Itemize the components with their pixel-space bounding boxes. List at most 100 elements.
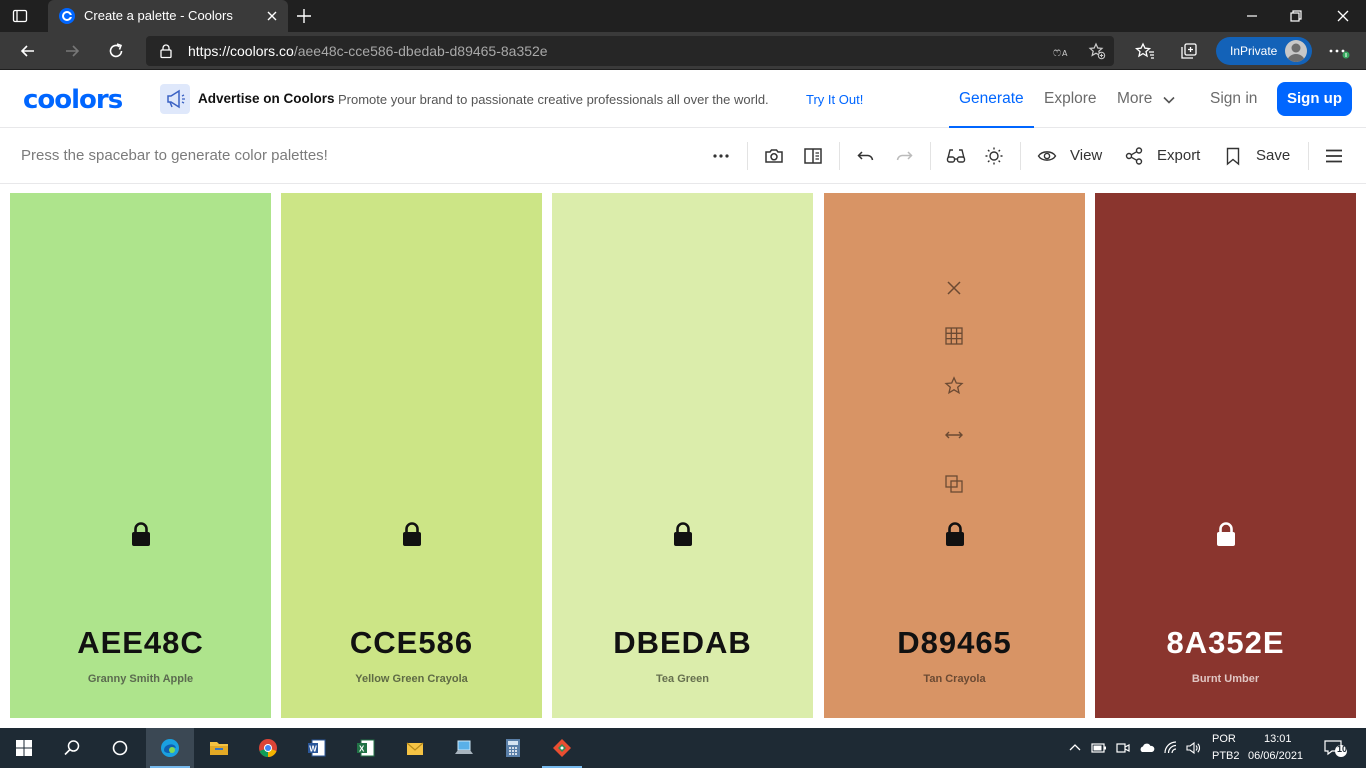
taskbar-chrome[interactable] [244,728,292,768]
lock-open-icon[interactable] [1214,521,1238,547]
chevron-down-icon[interactable] [1163,94,1175,106]
lock-icon[interactable] [158,43,174,59]
clock-time[interactable]: 13:01 [1264,733,1292,745]
address-bar[interactable]: https://coolors.co/aee48c-cce586-dbedab-… [146,36,1114,66]
glasses-icon[interactable] [946,146,966,166]
hamburger-menu-icon[interactable] [1324,146,1344,166]
excel-icon: X [357,739,375,757]
share-icon[interactable] [1124,146,1144,166]
eye-icon[interactable] [1037,146,1057,166]
swatch-hex-code[interactable]: 8A352E [1095,625,1356,661]
site-header: coolors Advertise on Coolors Promote you… [0,71,1366,128]
start-button[interactable] [0,728,48,768]
close-tab-icon[interactable] [264,8,280,24]
browser-tab-bar: Create a palette - Coolors [0,0,1366,32]
sign-up-button[interactable]: Sign up [1277,82,1352,116]
more-options-icon[interactable] [711,146,731,166]
drag-move-icon[interactable] [944,425,964,445]
nav-more[interactable]: More [1117,90,1152,108]
color-swatch[interactable]: 8A352E Burnt Umber [1095,193,1356,718]
taskbar-mail[interactable] [391,728,439,768]
inprivate-button[interactable]: InPrivate [1216,37,1312,65]
keyboard-layout[interactable]: PTB2 [1212,750,1240,762]
save-button[interactable]: Save [1256,147,1290,164]
favorites-icon[interactable] [1135,41,1155,61]
redo-icon[interactable] [894,146,914,166]
browser-tab[interactable]: Create a palette - Coolors [48,0,288,32]
nav-explore[interactable]: Explore [1044,90,1097,108]
clock-date[interactable]: 06/06/2021 [1248,750,1303,762]
color-swatch[interactable]: CCE586 Yellow Green Crayola [281,193,542,718]
input-language[interactable]: POR [1212,733,1236,745]
cortana-icon [112,740,128,756]
new-tab-icon[interactable] [296,8,312,24]
color-swatch[interactable]: AEE48C Granny Smith Apple [10,193,271,718]
swatch-hex-code[interactable]: DBEDAB [552,625,813,661]
shades-grid-icon[interactable] [944,326,964,346]
search-button[interactable] [48,728,96,768]
remove-color-icon[interactable] [944,278,964,298]
color-swatch[interactable]: D89465 Tan Crayola [824,193,1085,718]
notification-count: 10 [1337,744,1348,754]
tab-actions-icon[interactable] [12,8,28,24]
battery-icon[interactable] [1091,740,1107,756]
undo-icon[interactable] [856,146,876,166]
collections-icon[interactable] [1179,41,1199,61]
volume-icon[interactable] [1185,740,1201,756]
color-swatch[interactable]: DBEDAB Tea Green [552,193,813,718]
coolors-logo[interactable]: coolors [23,85,123,115]
favorite-star-icon[interactable] [944,376,964,396]
tab-title: Create a palette - Coolors [84,8,233,23]
onedrive-cloud-icon[interactable] [1139,740,1155,756]
lock-open-icon[interactable] [400,521,424,547]
show-hidden-icons-icon[interactable] [1067,740,1083,756]
view-button[interactable]: View [1070,147,1102,164]
swatch-color-name: Tan Crayola [923,673,986,685]
inprivate-label: InPrivate [1230,44,1278,58]
edge-browser-icon [161,739,179,757]
refresh-icon[interactable] [106,41,126,61]
copy-hex-icon[interactable] [944,474,964,494]
lock-open-icon[interactable] [943,521,967,547]
camera-icon[interactable] [764,146,784,166]
url-text: https://coolors.co/aee48c-cce586-dbedab-… [188,43,548,59]
windows-taskbar: W X POR PTB2 13:01 06/06/2021 10 [0,728,1366,768]
wifi-icon[interactable] [1163,740,1179,756]
swatch-hex-code[interactable]: AEE48C [10,625,271,661]
taskbar-git-app[interactable] [538,728,586,768]
svg-text:ෆ: ෆ [1053,45,1061,59]
ad-title: Advertise on Coolors [198,91,335,106]
windows-logo-icon [16,740,32,756]
taskbar-laptop-app[interactable] [440,728,488,768]
meet-now-icon[interactable] [1115,740,1131,756]
side-panel-icon[interactable] [803,146,823,166]
swatch-hex-code[interactable]: CCE586 [281,625,542,661]
brightness-icon[interactable] [984,146,1004,166]
taskbar-word[interactable]: W [293,728,341,768]
word-icon: W [308,739,326,757]
settings-more-icon[interactable] [1328,40,1350,62]
close-window-icon[interactable] [1335,8,1351,24]
cortana-button[interactable] [96,728,144,768]
back-icon[interactable] [18,41,38,61]
add-favorite-icon[interactable] [1088,42,1106,60]
taskbar-file-explorer[interactable] [195,728,243,768]
action-center-button[interactable]: 10 [1324,739,1348,757]
taskbar-edge[interactable] [146,728,194,768]
minimize-window-icon[interactable] [1244,8,1260,24]
nav-generate[interactable]: Generate [959,90,1024,108]
coolors-favicon-icon [59,8,75,24]
restore-window-icon[interactable] [1288,8,1304,24]
swatch-hex-code[interactable]: D89465 [824,625,1085,661]
forward-icon[interactable] [62,41,82,61]
taskbar-calculator[interactable] [489,728,537,768]
try-it-out-link[interactable]: Try It Out! [806,92,863,107]
bookmark-icon[interactable] [1223,146,1243,166]
search-icon [64,740,80,756]
taskbar-excel[interactable]: X [342,728,390,768]
translate-icon[interactable]: ෆA [1052,42,1070,60]
lock-open-icon[interactable] [129,521,153,547]
sign-in-link[interactable]: Sign in [1210,90,1257,108]
export-button[interactable]: Export [1157,147,1200,164]
lock-open-icon[interactable] [671,521,695,547]
